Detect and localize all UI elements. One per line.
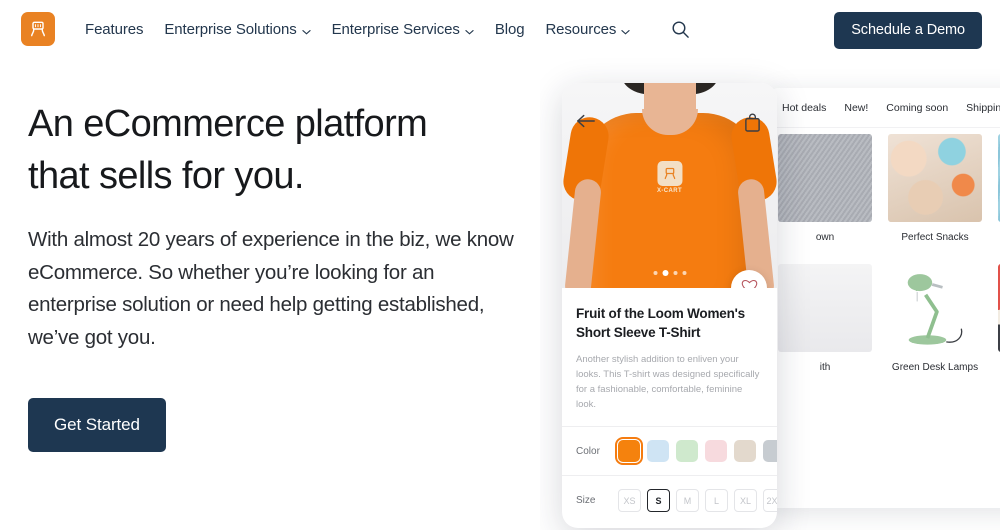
product-thumbnail [888, 264, 982, 352]
nav-item-blog[interactable]: Blog [495, 21, 525, 38]
color-swatch-light-blue[interactable] [647, 440, 669, 462]
color-label: Color [576, 445, 600, 457]
storefront-tab-hot-deals[interactable]: Hot deals [782, 102, 826, 114]
chest-brand-text: X-CART [656, 188, 683, 194]
chevron-down-icon [465, 22, 474, 39]
product-thumbnail [778, 264, 872, 352]
nav-item-enterprise-services[interactable]: Enterprise Services [332, 20, 474, 39]
size-option-row: Size XS S M L XL 2XL [562, 475, 777, 525]
hero-section: An eCommerce platform that sells for you… [28, 98, 538, 452]
size-option-xl[interactable]: XL [734, 489, 757, 512]
hero-visual: Hot deals New! Coming soon Shipping C ow… [540, 0, 1000, 530]
storefront-tab-shipping[interactable]: Shipping [966, 102, 1000, 114]
product-name: Perfect Snacks [901, 232, 969, 243]
size-selector: XS S M L XL 2XL [618, 489, 777, 512]
shopping-bag-icon[interactable] [744, 113, 761, 137]
product-image: X-CART [562, 83, 777, 288]
product-name: own [815, 232, 835, 243]
product-title: Fruit of the Loom Women's Short Sleeve T… [576, 306, 745, 340]
phone-mockup: X-CART Fruit of the Loom Women's Short S… [562, 83, 777, 528]
size-option-s[interactable]: S [647, 489, 670, 512]
headline-line-1: An eCommerce platform [28, 103, 428, 145]
shopping-cart-icon [656, 161, 682, 186]
color-swatch-gray[interactable] [763, 440, 777, 462]
size-option-2xl[interactable]: 2XL [763, 489, 777, 512]
nav-label: Features [85, 20, 144, 38]
product-card[interactable]: Ultimate [990, 258, 1000, 388]
nav-label: Enterprise Solutions [164, 20, 297, 38]
carousel-dot[interactable] [682, 271, 686, 275]
headline-line-2: that sells for you. [28, 155, 304, 197]
nav-item-features[interactable]: Features [85, 20, 144, 38]
chest-brand-mark: X-CART [657, 161, 682, 194]
color-swatch-orange[interactable] [614, 436, 644, 466]
product-card[interactable]: own [770, 128, 880, 258]
heart-icon [741, 278, 758, 288]
carousel-dot[interactable] [653, 271, 657, 275]
product-name: ith [819, 362, 831, 373]
color-swatch-beige[interactable] [734, 440, 756, 462]
storefront-tab-coming-soon[interactable]: Coming soon [886, 102, 948, 114]
product-thumbnail [778, 134, 872, 222]
main-navigation: Features Enterprise Solutions Enterprise… [85, 20, 690, 39]
size-option-l[interactable]: L [705, 489, 728, 512]
product-card[interactable]: Skinny W in Li [990, 128, 1000, 258]
color-option-row: Color [562, 426, 777, 475]
arrow-left-icon[interactable] [576, 113, 596, 134]
search-icon[interactable] [671, 20, 690, 39]
product-details: Fruit of the Loom Women's Short Sleeve T… [562, 288, 777, 412]
size-option-m[interactable]: M [676, 489, 699, 512]
page-title: An eCommerce platform that sells for you… [28, 98, 538, 202]
nav-label: Resources [545, 20, 617, 38]
desk-lamp-icon [888, 264, 982, 352]
size-label: Size [576, 495, 596, 506]
product-name: Green Desk Lamps [891, 362, 979, 373]
hero-paragraph: With almost 20 years of experience in th… [28, 228, 514, 349]
color-swatch-light-green[interactable] [676, 440, 698, 462]
chevron-down-icon [621, 22, 630, 39]
nav-label: Blog [494, 20, 525, 38]
storefront-panel: Hot deals New! Coming soon Shipping C ow… [770, 88, 1000, 508]
storefront-product-grid: own Perfect Snacks Skinny W in Li ith [770, 128, 1000, 388]
site-header: Features Enterprise Solutions Enterprise… [0, 0, 1000, 58]
product-card[interactable]: Perfect Snacks [880, 128, 990, 258]
product-thumbnail [888, 134, 982, 222]
storefront-tabs: Hot deals New! Coming soon Shipping C [770, 88, 1000, 128]
nav-item-enterprise-solutions[interactable]: Enterprise Solutions [164, 20, 311, 39]
shopping-cart-icon [28, 19, 48, 39]
storefront-tab-new[interactable]: New! [844, 102, 868, 114]
get-started-button[interactable]: Get Started [28, 398, 166, 452]
nav-label: Enterprise Services [331, 20, 460, 38]
color-swatch-light-pink[interactable] [705, 440, 727, 462]
product-card[interactable]: Green Desk Lamps [880, 258, 990, 388]
size-option-xs[interactable]: XS [618, 489, 641, 512]
schedule-demo-button[interactable]: Schedule a Demo [834, 12, 982, 49]
carousel-dot-active[interactable] [662, 270, 668, 276]
product-card[interactable]: ith [770, 258, 880, 388]
product-description: Another stylish addition to enliven your… [576, 354, 760, 410]
nav-item-resources[interactable]: Resources [545, 20, 630, 39]
brand-logo[interactable] [21, 12, 55, 46]
landing-page: Features Enterprise Solutions Enterprise… [0, 0, 1000, 530]
carousel-dot[interactable] [673, 271, 677, 275]
color-swatches [614, 436, 777, 466]
chevron-down-icon [302, 22, 311, 39]
image-carousel-dots[interactable] [653, 270, 686, 276]
orange-tshirt [580, 113, 759, 288]
